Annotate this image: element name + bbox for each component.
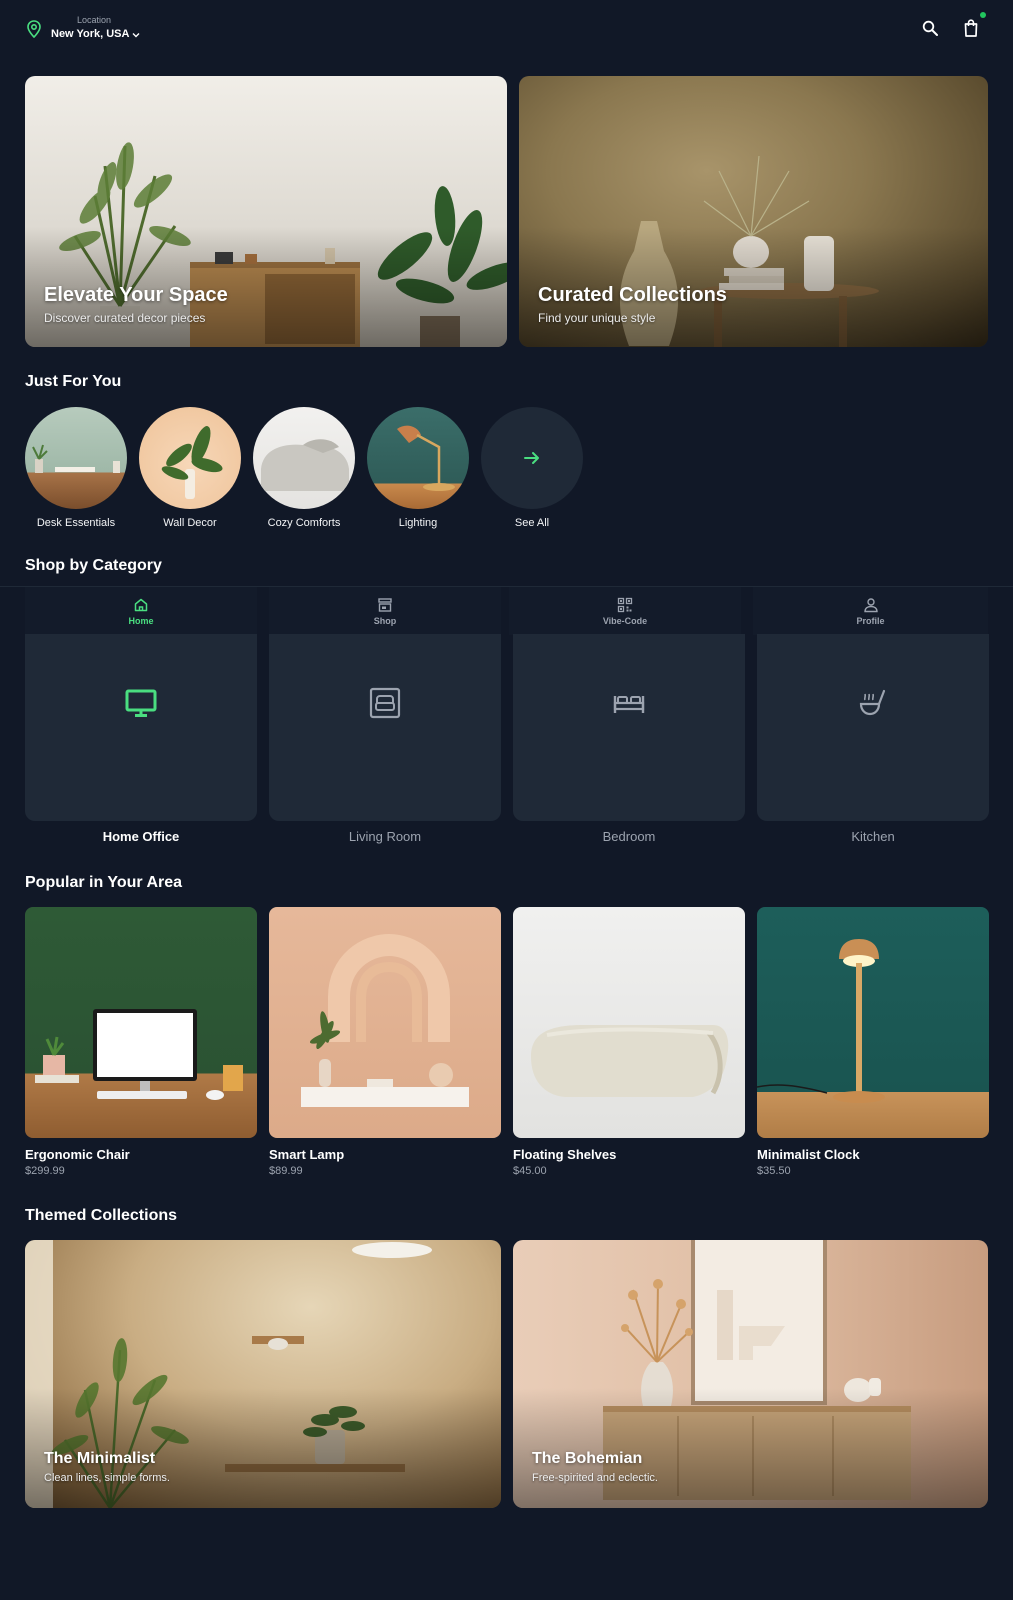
tab-label: Profile (856, 615, 885, 626)
theme-title: The Bohemian (532, 1450, 643, 1467)
category-tile-home-office[interactable] (25, 634, 257, 821)
product-price: $89.99 (269, 1165, 303, 1177)
category-label: Home Office (102, 829, 180, 844)
bottom-tab-bar: Home Shop Vibe-Code Profile (0, 586, 1013, 635)
bed-icon (613, 695, 645, 713)
hero-title: Curated Collections (538, 284, 727, 306)
map-pin-icon (27, 20, 41, 38)
product-image (757, 907, 989, 1138)
search-icon[interactable] (922, 20, 938, 36)
hero-title: Elevate Your Space (44, 284, 228, 306)
theme-card-minimalist[interactable]: The Minimalist Clean lines, simple forms… (25, 1240, 501, 1508)
tab-shop[interactable]: Shop (269, 587, 501, 635)
category-label: Bedroom (602, 829, 656, 844)
tab-label: Home (128, 615, 154, 626)
circle-item-lighting[interactable]: Lighting (367, 407, 469, 529)
category-label: Kitchen (851, 829, 895, 844)
section-title-shop-by-category: Shop by Category (25, 557, 162, 574)
circle-item-cozy-comforts[interactable]: Cozy Comforts (253, 407, 355, 529)
product-name: Minimalist Clock (757, 1147, 860, 1162)
sofa-icon (369, 687, 401, 718)
section-title-themed-collections: Themed Collections (25, 1207, 178, 1224)
arrow-right-icon (524, 452, 539, 464)
store-icon (378, 597, 392, 612)
lighting-image (367, 407, 469, 509)
circle-label: Lighting (398, 517, 438, 529)
product-name: Floating Shelves (513, 1147, 617, 1162)
product-image (25, 907, 257, 1138)
tab-profile[interactable]: Profile (753, 587, 988, 635)
category-label: Living Room (348, 829, 422, 844)
hero-card-curated[interactable]: Curated Collections Find your unique sty… (519, 76, 988, 347)
user-icon (863, 597, 878, 612)
product-card-smart-lamp[interactable]: Smart Lamp $89.99 (269, 907, 501, 1177)
circle-item-wall-decor[interactable]: Wall Decor (139, 407, 241, 529)
theme-subtitle: Free-spirited and eclectic. (532, 1472, 658, 1484)
theme-title: The Minimalist (44, 1450, 156, 1467)
monitor-icon (125, 689, 157, 717)
product-name: Smart Lamp (269, 1147, 345, 1162)
product-image (269, 907, 501, 1138)
category-tile-bedroom[interactable] (513, 634, 745, 821)
chevron-down-icon (132, 33, 140, 38)
product-card-minimalist-clock[interactable]: Minimalist Clock $35.50 (757, 907, 989, 1177)
desk-essentials-image (25, 407, 127, 509)
circle-item-desk-essentials[interactable]: Desk Essentials (25, 407, 127, 529)
circle-label: Cozy Comforts (267, 517, 341, 529)
hero-subtitle: Find your unique style (538, 311, 656, 325)
product-image (513, 907, 745, 1138)
theme-subtitle: Clean lines, simple forms. (44, 1472, 170, 1484)
product-name: Ergonomic Chair (25, 1147, 130, 1162)
theme-gradient-overlay (513, 1388, 988, 1508)
circle-item-see-all[interactable]: See All (481, 407, 583, 529)
cart-indicator-dot (980, 12, 986, 18)
circle-label: Desk Essentials (36, 517, 116, 529)
section-title-popular: Popular in Your Area (25, 874, 183, 891)
circle-label: See All (514, 517, 550, 529)
see-all-circle (481, 407, 583, 509)
location-value-text: New York, USA (51, 28, 130, 40)
tab-vibe-code[interactable]: Vibe-Code (509, 587, 741, 635)
category-tile-living-room[interactable] (269, 634, 501, 821)
theme-card-bohemian[interactable]: The Bohemian Free-spirited and eclectic. (513, 1240, 988, 1508)
shopping-bag-icon[interactable] (963, 19, 979, 37)
wall-decor-image (139, 407, 241, 509)
category-tile-kitchen[interactable] (757, 634, 989, 821)
top-header: Location New York, USA (0, 0, 1013, 64)
hero-subtitle: Discover curated decor pieces (44, 311, 206, 325)
product-card-floating-shelves[interactable]: Floating Shelves $45.00 (513, 907, 745, 1177)
circle-label: Wall Decor (163, 517, 217, 529)
location-value[interactable]: New York, USA (51, 26, 140, 42)
cozy-comforts-image (253, 407, 355, 509)
product-price: $45.00 (513, 1165, 547, 1177)
tab-label: Vibe-Code (602, 615, 648, 626)
home-icon (134, 598, 148, 611)
product-card-ergonomic-chair[interactable]: Ergonomic Chair $299.99 (25, 907, 257, 1177)
tab-home[interactable]: Home (25, 587, 257, 635)
tab-label: Shop (373, 615, 397, 626)
section-title-just-for-you: Just For You (25, 373, 122, 390)
product-price: $35.50 (757, 1165, 791, 1177)
location-selector[interactable]: Location New York, USA (51, 14, 140, 42)
theme-gradient-overlay (25, 1388, 501, 1508)
qr-code-icon (617, 597, 633, 612)
location-label: Location (77, 15, 112, 25)
product-price: $299.99 (25, 1165, 65, 1177)
soup-ladle-icon (859, 689, 886, 715)
hero-card-elevate[interactable]: Elevate Your Space Discover curated deco… (25, 76, 507, 347)
